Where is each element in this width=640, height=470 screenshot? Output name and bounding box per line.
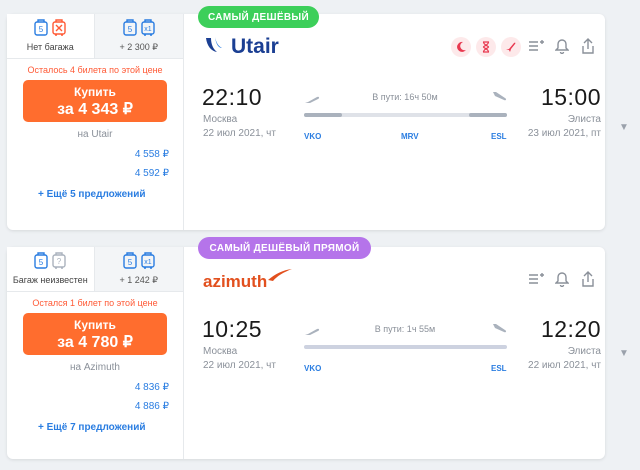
add-to-list-icon[interactable] (527, 269, 545, 289)
buy-button[interactable]: Купить за 4 343 ₽ (23, 80, 167, 122)
card-actions (527, 36, 597, 56)
night-flight-icon[interactable] (451, 37, 471, 57)
takeoff-icon (304, 92, 320, 104)
svg-text:x1: x1 (144, 259, 152, 266)
price-alert-bell-icon[interactable] (553, 269, 571, 289)
hand-luggage-5kg-icon: 5 (34, 251, 48, 274)
departure-airport-code: VKO (304, 364, 322, 373)
hand-luggage-5kg-icon: 5 (123, 251, 137, 274)
svg-text:?: ? (57, 257, 62, 266)
price-alert-bell-icon[interactable] (553, 36, 571, 56)
baggage-tabs: 5 ? Багаж неизвестен 5 x1 + 1 242 ₽ (7, 247, 183, 292)
no-baggage-icon (52, 18, 66, 41)
baggage-tab-no-baggage[interactable]: 5 Нет багажа (7, 14, 95, 58)
share-icon[interactable] (579, 269, 597, 289)
landing-icon (492, 90, 508, 102)
buy-button-label: Купить (74, 317, 116, 332)
expand-chevron-icon[interactable]: ▼ (619, 348, 629, 359)
baggage-tab-label: Нет багажа (26, 42, 74, 52)
baggage-x1-icon: x1 (141, 251, 155, 274)
baggage-unknown-icon: ? (52, 251, 66, 274)
alternative-price-link[interactable]: 4 592 ₽ (7, 168, 183, 179)
departure-city: Москва (203, 346, 238, 357)
alternative-price-link[interactable]: 4 886 ₽ (7, 401, 183, 412)
flight-details[interactable]: azimuth 10:25 Москва 22 июл 2021, чт В п… (185, 247, 605, 459)
price-panel: 5 ? Багаж неизвестен 5 x1 + 1 242 ₽ Оста… (7, 247, 184, 459)
arrival-time: 15:00 (540, 84, 601, 110)
flight-duration: В пути: 16ч 50м (372, 92, 438, 102)
arrival-city: Элиста (567, 114, 601, 125)
airline-name: Utair (231, 35, 279, 58)
tickets-left-warning: Остался 1 билет по этой цене (32, 298, 158, 308)
buy-button[interactable]: Купить за 4 780 ₽ (23, 313, 167, 355)
departure-airport-code: VKO (304, 132, 322, 141)
takeoff-icon (304, 324, 320, 336)
baggage-tab-label: Багаж неизвестен (12, 275, 88, 285)
route-segment (469, 113, 507, 117)
cheapest-direct-tag: САМЫЙ ДЕШЁВЫЙ ПРЯМОЙ (198, 237, 371, 259)
azimuth-swoosh-icon (267, 268, 293, 287)
departure-city: Москва (203, 114, 238, 125)
arrival-date: 22 июл 2021, чт (528, 360, 601, 371)
price-panel: 5 Нет багажа 5 x1 + 2 300 ₽ Осталось 4 б… (7, 14, 184, 230)
flight-duration: В пути: 1ч 55м (374, 324, 436, 334)
route-line (304, 345, 507, 349)
tickets-left-warning: Осталось 4 билета по этой цене (27, 65, 163, 75)
flight-badges (451, 37, 521, 57)
landing-icon (492, 322, 508, 334)
svg-text:5: 5 (128, 258, 133, 267)
baggage-tab-label: + 1 242 ₽ (119, 275, 158, 285)
arrival-airport-code: ESL (491, 364, 507, 373)
more-offers-link[interactable]: + Ещё 7 предложений (7, 422, 183, 433)
baggage-tab-unknown[interactable]: 5 ? Багаж неизвестен (7, 247, 95, 291)
ticket-card: 5 Нет багажа 5 x1 + 2 300 ₽ Осталось 4 б… (7, 14, 605, 230)
flight-details[interactable]: Utair 22:10 Москва 22 июл 2021, чт В пут… (185, 14, 605, 230)
stop-airport-code: MRV (401, 132, 419, 141)
utair-swoosh-icon (203, 34, 225, 61)
hand-luggage-5kg-icon: 5 (123, 18, 137, 41)
svg-text:5: 5 (39, 25, 44, 34)
cheapest-tag: САМЫЙ ДЕШЁВЫЙ (198, 6, 319, 28)
baggage-tab-with-baggage[interactable]: 5 x1 + 2 300 ₽ (94, 14, 183, 58)
add-to-list-icon[interactable] (527, 36, 545, 56)
buy-button-price: за 4 780 ₽ (57, 333, 133, 351)
baggage-tab-with-baggage[interactable]: 5 x1 + 1 242 ₽ (94, 247, 183, 291)
seller-name: на Azimuth (70, 362, 120, 373)
alternative-price-link[interactable]: 4 558 ₽ (7, 149, 183, 160)
airline-name: azimuth (203, 272, 268, 291)
departure-date: 22 июл 2021, чт (203, 128, 276, 139)
baggage-tabs: 5 Нет багажа 5 x1 + 2 300 ₽ (7, 14, 183, 59)
expand-chevron-icon[interactable]: ▼ (619, 122, 629, 133)
more-offers-link[interactable]: + Ещё 5 предложений (7, 189, 183, 200)
airline-logo: azimuth (203, 268, 293, 295)
departure-time: 22:10 (202, 84, 263, 110)
arrival-date: 23 июл 2021, пт (527, 128, 601, 139)
arrival-time: 12:20 (540, 316, 601, 342)
arrival-airport-code: ESL (491, 132, 507, 141)
plane-change-icon[interactable] (501, 37, 521, 57)
route-segment (304, 113, 342, 117)
alternative-price-link[interactable]: 4 836 ₽ (7, 382, 183, 393)
departure-date: 22 июл 2021, чт (203, 360, 276, 371)
buy-button-label: Купить (74, 84, 116, 99)
svg-text:x1: x1 (144, 26, 152, 33)
seller-name: на Utair (77, 129, 113, 140)
arrival-city: Элиста (567, 346, 601, 357)
airline-logo: Utair (203, 34, 279, 60)
hand-luggage-5kg-icon: 5 (34, 18, 48, 41)
svg-text:5: 5 (128, 25, 133, 34)
baggage-x1-icon: x1 (141, 18, 155, 41)
departure-time: 10:25 (202, 316, 263, 342)
share-icon[interactable] (579, 36, 597, 56)
long-layover-icon[interactable] (476, 37, 496, 57)
ticket-card: 5 ? Багаж неизвестен 5 x1 + 1 242 ₽ Оста… (7, 247, 605, 459)
svg-text:5: 5 (39, 258, 44, 267)
card-actions (527, 269, 597, 289)
baggage-tab-label: + 2 300 ₽ (119, 42, 158, 52)
buy-button-price: за 4 343 ₽ (57, 100, 133, 118)
